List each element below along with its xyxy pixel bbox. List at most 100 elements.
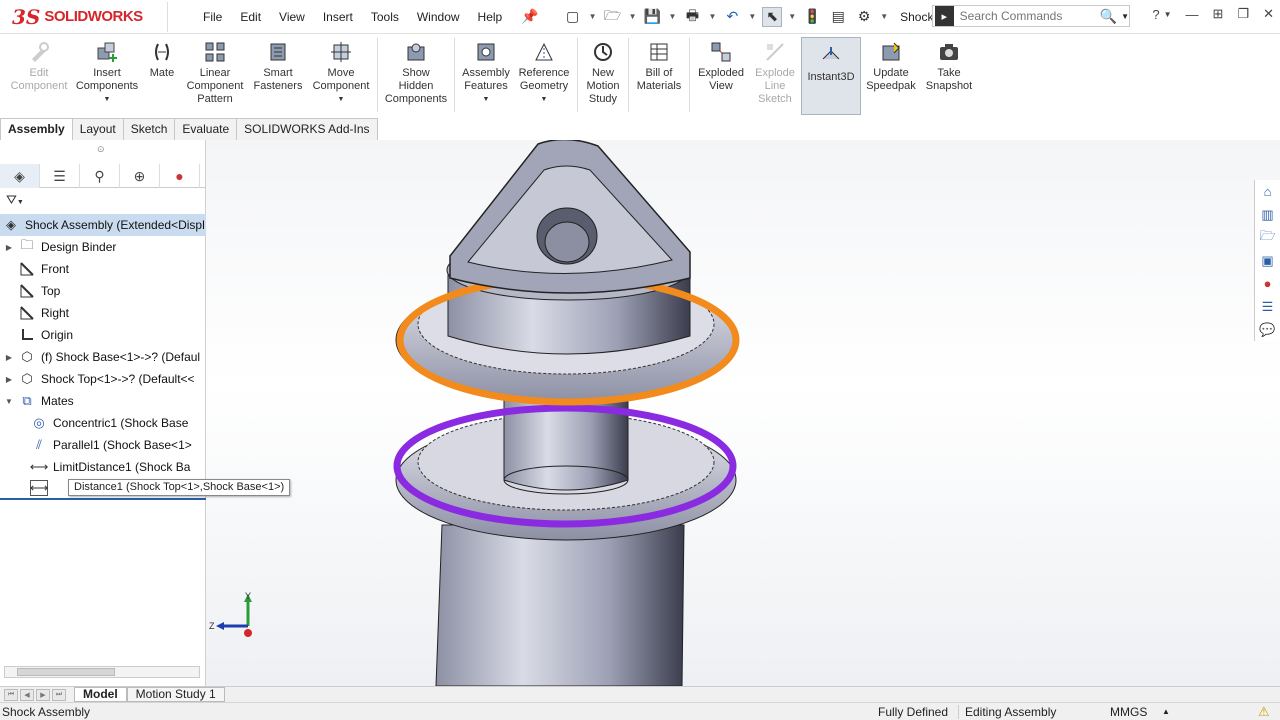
save-icon[interactable]: 💾	[643, 7, 663, 27]
take-snapshot-button[interactable]: Take Snapshot	[921, 34, 977, 93]
open-folder-icon[interactable]: 🗁	[603, 7, 623, 27]
rebuild-icon[interactable]: 🚦	[802, 7, 822, 27]
chevron-down-icon[interactable]: ▼	[338, 93, 345, 106]
move-component-button[interactable]: Move Component ▼	[308, 34, 374, 106]
edit-component-button[interactable]: Edit Component	[6, 34, 72, 93]
tree-item-origin[interactable]: Origin	[0, 324, 206, 346]
horizontal-scrollbar[interactable]	[4, 666, 200, 678]
print-icon[interactable]: 🖶	[682, 7, 702, 27]
dimxpert-tab-icon[interactable]: ⊕	[120, 164, 160, 188]
section-view-icon[interactable]: ◧	[643, 140, 656, 141]
menu-file[interactable]: File	[194, 10, 231, 24]
splitter-handle-icon[interactable]: ⊙	[97, 144, 105, 155]
tab-evaluate[interactable]: Evaluate	[174, 118, 238, 140]
rebuild-warning-icon[interactable]: ⚠	[1258, 704, 1270, 720]
menu-view[interactable]: View	[270, 10, 314, 24]
menu-tools[interactable]: Tools	[362, 10, 408, 24]
file-properties-icon[interactable]: ▤	[828, 7, 848, 27]
minimize-icon[interactable]: —	[1186, 7, 1199, 22]
expand-arrow-icon[interactable]: ▶	[3, 353, 15, 362]
menu-edit[interactable]: Edit	[231, 10, 270, 24]
tab-motion-study-1[interactable]: Motion Study 1	[126, 687, 225, 702]
graphics-area[interactable]: ⤢ ⌕ ↩ ◧ ▦ ▣ ◩ 👁 ◕ ◔ ▭ ◁ ▷ — ❐ ✕ ⌂ ▥ 🗁 ▣ …	[206, 140, 1280, 686]
menu-insert[interactable]: Insert	[314, 10, 362, 24]
chevron-down-icon[interactable]: ▼	[708, 12, 716, 21]
search-input[interactable]	[959, 9, 1100, 23]
tree-item-mates[interactable]: ▼ ⧉ Mates	[0, 390, 206, 412]
select-arrow-icon[interactable]: ⬉	[762, 6, 783, 27]
undo-icon[interactable]: ↶	[722, 7, 742, 27]
instant3d-button[interactable]: Instant3D	[801, 37, 861, 115]
previous-view-icon[interactable]: ↩	[621, 140, 633, 141]
search-commands[interactable]: ▸ 🔍 ▼	[932, 5, 1130, 27]
display-manager-tab-icon[interactable]: ●	[160, 164, 200, 188]
zoom-to-area-icon[interactable]: ⌕	[603, 140, 611, 141]
collapse-arrow-icon[interactable]: ▼	[3, 397, 15, 406]
mate-button[interactable]: Mate	[142, 34, 182, 80]
feature-manager-tab-icon[interactable]: ◈	[0, 164, 40, 188]
new-motion-study-button[interactable]: New Motion Study	[581, 34, 625, 106]
tree-item-shock-top[interactable]: ▶ ⬡ Shock Top<1>->? (Default<<	[0, 368, 206, 390]
chevron-down-icon[interactable]: ▼	[669, 12, 677, 21]
expand-arrow-icon[interactable]: ▶	[3, 243, 15, 252]
chevron-down-icon[interactable]: ▼	[748, 12, 756, 21]
dynamic-annotation-icon[interactable]: ▦	[666, 140, 679, 141]
tree-item-design-binder[interactable]: ▶ 🗀 Design Binder	[0, 236, 206, 258]
chevron-down-icon[interactable]: ▼	[788, 12, 796, 21]
hide-show-items-icon[interactable]: 👁	[736, 140, 754, 141]
update-speedpak-button[interactable]: Update Speedpak	[861, 34, 921, 93]
custom-properties-icon[interactable]: ☰	[1255, 295, 1280, 318]
chevron-down-icon[interactable]: ▼	[1164, 10, 1172, 19]
scrollbar-thumb[interactable]	[17, 668, 115, 676]
bill-of-materials-button[interactable]: Bill of Materials	[632, 34, 686, 93]
forum-icon[interactable]: 💬	[1255, 318, 1280, 341]
status-units[interactable]: MMGS	[1110, 705, 1147, 719]
display-style-icon[interactable]: ◩	[712, 140, 725, 141]
chevron-down-icon[interactable]: ▼	[589, 12, 597, 21]
close-icon[interactable]: ✕	[1263, 6, 1274, 22]
exploded-view-button[interactable]: Exploded View	[693, 34, 749, 93]
appearances-scenes-icon[interactable]: ●	[1255, 272, 1280, 295]
tree-root-assembly[interactable]: ◈ Shock Assembly (Extended<Displ	[0, 214, 206, 236]
restore-icon[interactable]: ❐	[1237, 6, 1249, 22]
tab-sketch[interactable]: Sketch	[122, 118, 176, 140]
tab-layout[interactable]: Layout	[71, 118, 124, 140]
solidworks-resources-icon[interactable]: ⌂	[1255, 180, 1280, 203]
property-manager-tab-icon[interactable]: ☰	[40, 164, 80, 188]
apply-scene-icon[interactable]: ◔	[782, 140, 790, 141]
view-orientation-icon[interactable]: ▣	[689, 140, 702, 141]
design-library-icon[interactable]: ▥	[1255, 203, 1280, 226]
expand-arrow-icon[interactable]: ▶	[3, 375, 15, 384]
tree-item-parallel1[interactable]: ⫽ Parallel1 (Shock Base<1>	[0, 434, 206, 456]
previous-tab-icon[interactable]: ◀	[20, 688, 34, 701]
model-view[interactable]	[206, 140, 1280, 686]
tree-item-top-plane[interactable]: Top	[0, 280, 206, 302]
help-icon[interactable]: ?	[1152, 7, 1159, 22]
zoom-to-fit-icon[interactable]: ⤢	[582, 140, 593, 141]
solidworks-logo[interactable]: 3S SOLIDWORKS	[12, 1, 168, 32]
chevron-down-icon[interactable]: ▼	[483, 93, 490, 106]
chevron-down-icon[interactable]: ▼	[104, 93, 111, 106]
tab-model[interactable]: Model	[74, 687, 127, 702]
reference-geometry-button[interactable]: Reference Geometry ▼	[514, 34, 574, 106]
options-gear-icon[interactable]: ⚙	[854, 7, 874, 27]
units-up-arrow-icon[interactable]: ▲	[1162, 707, 1170, 716]
tab-assembly[interactable]: Assembly	[0, 118, 73, 140]
tree-item-right-plane[interactable]: Right	[0, 302, 206, 324]
tree-item-front-plane[interactable]: Front	[0, 258, 206, 280]
file-explorer-icon[interactable]: 🗁	[1255, 226, 1280, 249]
linear-component-pattern-button[interactable]: Linear Component Pattern	[182, 34, 248, 106]
menu-help[interactable]: Help	[469, 10, 512, 24]
search-icon[interactable]: 🔍	[1100, 8, 1117, 25]
first-tab-icon[interactable]: ⏮	[4, 688, 18, 701]
tree-item-concentric1[interactable]: ◎ Concentric1 (Shock Base	[0, 412, 206, 434]
chevron-down-icon[interactable]: ▼	[629, 12, 637, 21]
configuration-manager-tab-icon[interactable]: ⚲	[80, 164, 120, 188]
view-palette-icon[interactable]: ▣	[1255, 249, 1280, 272]
tab-solidworks-add-ins[interactable]: SOLIDWORKS Add-Ins	[236, 118, 378, 140]
chevron-down-icon[interactable]: ▼	[541, 93, 548, 106]
edit-appearance-icon[interactable]: ◕	[764, 140, 772, 141]
filter-icon[interactable]: ⛛▼	[6, 192, 24, 208]
last-tab-icon[interactable]: ⏭	[52, 688, 66, 701]
chevron-down-icon[interactable]: ▼	[880, 12, 888, 21]
